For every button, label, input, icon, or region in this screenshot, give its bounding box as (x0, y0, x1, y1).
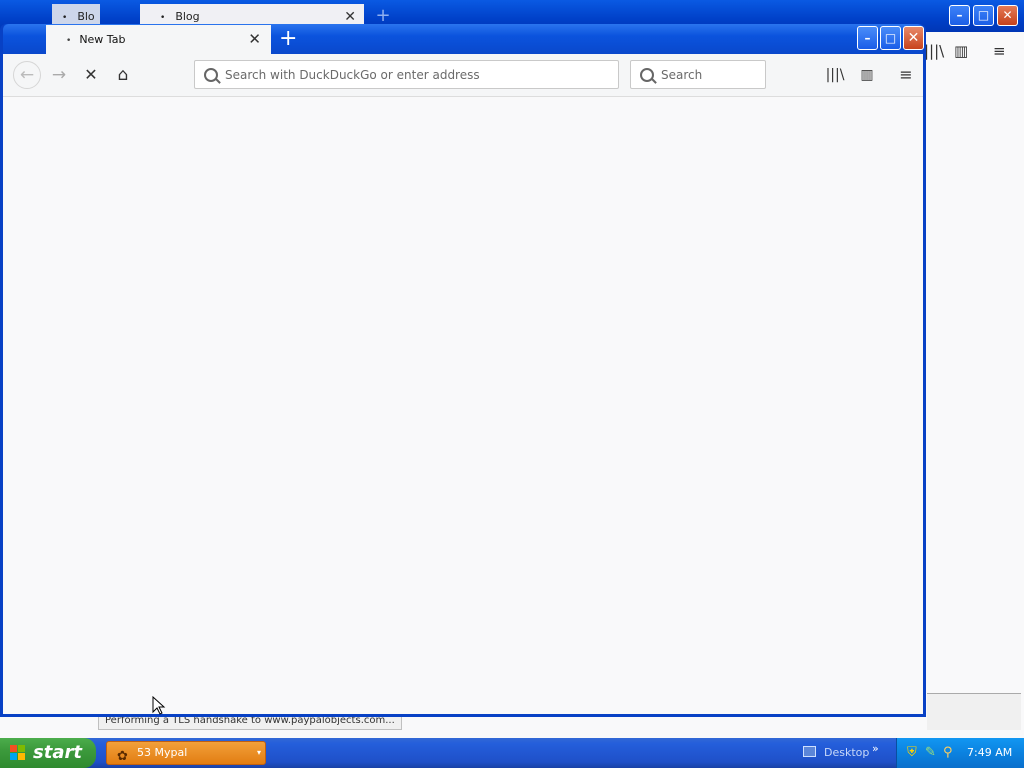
background-close-button[interactable]: ✕ (997, 5, 1018, 26)
search-input[interactable] (661, 61, 759, 88)
address-input[interactable] (225, 61, 612, 88)
tab-close-icon[interactable]: ✕ (248, 25, 261, 54)
security-shield-icon[interactable]: ⛨ (907, 745, 917, 760)
background-maximize-button[interactable]: □ (973, 5, 994, 26)
tab-dot-icon: • (160, 13, 166, 23)
network-icon[interactable]: ✎ (925, 745, 936, 760)
search-icon (204, 68, 218, 82)
tab-label: New Tab (79, 33, 126, 46)
system-tray: ⛨ ✎ ⚲ 7:49 AM (896, 738, 1024, 768)
sidebar-button[interactable]: ▥ (853, 61, 881, 89)
tab-dot-icon: • (66, 36, 72, 46)
clock: 7:49 AM (967, 746, 1013, 759)
menu-button[interactable]: ≡ (892, 61, 920, 89)
background-status-area (927, 693, 1021, 730)
library-icon[interactable]: |||\ (924, 42, 944, 60)
minimize-button[interactable]: – (857, 26, 878, 50)
maximize-button[interactable]: □ (880, 26, 901, 50)
forward-button[interactable]: → (45, 61, 73, 89)
taskbar-item-label: 53 Mypal (137, 746, 188, 759)
taskbar-item-mypal[interactable]: ✿ 53 Mypal ▾ (106, 741, 266, 765)
desktop-toolbar-label[interactable]: Desktop (824, 738, 869, 768)
address-bar[interactable] (194, 60, 619, 89)
navigation-toolbar: ← → ✕ ⌂ |||\ ▥ ≡ (3, 54, 923, 97)
search-bar[interactable] (630, 60, 766, 89)
home-button[interactable]: ⌂ (109, 61, 137, 89)
tab-new-tab[interactable]: • New Tab ✕ (46, 25, 271, 54)
mouse-cursor-icon (152, 696, 166, 715)
start-label: start (33, 742, 82, 763)
windows-logo-icon (10, 745, 26, 761)
dropdown-arrow-icon: ▾ (256, 748, 261, 757)
toolbar-chevron-icon[interactable]: » (872, 734, 879, 764)
library-button[interactable]: |||\ (821, 61, 849, 89)
background-tab-label: Blog (175, 10, 200, 23)
page-content-area[interactable] (3, 97, 923, 714)
background-minimize-button[interactable]: – (949, 5, 970, 26)
taskbar: start ✿ 53 Mypal ▾ Desktop » ⛨ ✎ ⚲ 7:49 … (0, 738, 1024, 768)
title-bar[interactable]: • New Tab ✕ + – □ ✕ (3, 24, 924, 54)
start-button[interactable]: start (0, 738, 96, 768)
menu-icon[interactable]: ≡ (993, 42, 1006, 60)
tab-dot-icon: • (62, 13, 68, 23)
browser-window: • New Tab ✕ + – □ ✕ ← → ✕ ⌂ |||\ ▥ ≡ (0, 24, 926, 717)
desktop-toolbar-icon[interactable] (803, 746, 816, 757)
mypal-app-icon: ✿ (117, 749, 128, 764)
search-icon (640, 68, 654, 82)
stop-button[interactable]: ✕ (77, 61, 105, 89)
sidebar-icon[interactable]: ▥ (954, 42, 968, 60)
close-button[interactable]: ✕ (903, 26, 924, 50)
search-icon[interactable]: ⚲ (943, 745, 953, 760)
background-tab-label: Blo (77, 10, 95, 23)
back-button[interactable]: ← (13, 61, 41, 89)
new-tab-button[interactable]: + (279, 28, 297, 50)
